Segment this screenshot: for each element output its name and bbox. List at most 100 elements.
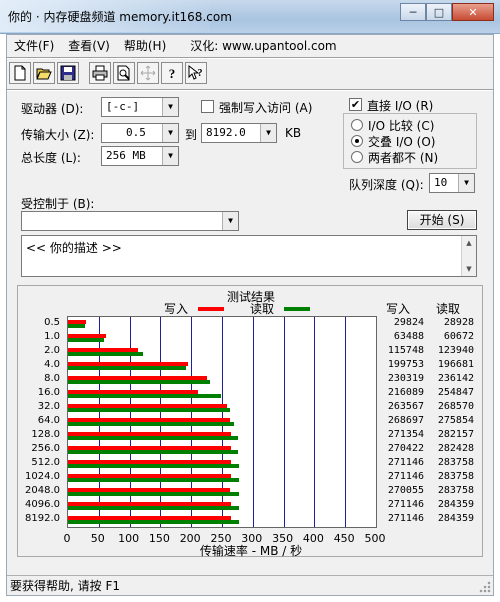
controlled-by-label: 受控制于 (B): [21,197,95,211]
queue-depth-value: 10 [434,176,448,189]
menu-file[interactable]: 文件(F) [7,35,61,57]
y-tick-label: 4.0 [44,359,60,370]
write-value: 115748 [387,345,424,356]
read-value: 283758 [437,471,474,482]
description-text: << 你的描述 >> [26,241,122,255]
new-icon[interactable] [9,62,31,84]
x-tick-label: 200 [179,532,201,545]
start-button[interactable]: 开始 (S) [407,210,477,230]
total-length-label: 总长度 (L): [21,151,81,165]
chevron-down-icon[interactable]: ▼ [162,98,178,116]
y-tick-label: 8192.0 [25,513,60,524]
write-legend-swatch [198,307,224,311]
y-tick-label: 2.0 [44,345,60,356]
read-legend-swatch [284,307,310,311]
write-value: 230319 [387,373,424,384]
read-bar [68,506,239,510]
print-icon[interactable] [89,62,111,84]
transfer-size-label: 传输大小 (Z): [21,128,95,142]
write-value: 263567 [387,401,424,412]
x-tick-label: 100 [118,532,140,545]
scroll-up-icon[interactable]: ▲ [462,236,476,250]
chevron-down-icon[interactable]: ▼ [458,174,474,192]
toolbar: ? ? [9,59,207,87]
menu-view[interactable]: 查看(V) [61,35,117,57]
chevron-down-icon[interactable]: ▼ [222,212,238,230]
write-value: 199753 [387,359,424,370]
overlap-io-radio[interactable] [351,135,363,147]
window-title: 你的 · 内存硬盘频道 memory.it168.com [8,10,232,24]
chevron-down-icon[interactable]: ▼ [260,124,276,142]
read-bar [68,436,238,440]
y-tick-label: 256.0 [31,443,60,454]
x-tick-label: 350 [272,532,294,545]
read-value: 268570 [437,401,474,412]
read-value: 254847 [437,387,474,398]
io-compare-radio[interactable] [351,119,363,131]
status-text: 要获得帮助, 请按 F1 [10,579,120,593]
queue-depth-label: 队列深度 (Q): [349,178,424,192]
y-tick-label: 0.5 [44,317,60,328]
svg-text:?: ? [198,68,203,79]
drive-value: [-c-] [106,100,140,113]
menu-help[interactable]: 帮助(H) [117,35,173,57]
write-value: 271146 [387,471,424,482]
write-value: 271354 [387,429,424,440]
queue-depth-select[interactable]: 10 ▼ [429,173,475,193]
x-tick-label: 250 [210,532,232,545]
transfer-to-value: 8192.0 [206,126,246,139]
direct-io-checkbox[interactable]: ✔ [349,98,362,111]
read-value: 275854 [437,415,474,426]
to-label: 到 [185,128,198,142]
save-icon[interactable] [57,62,79,84]
chevron-down-icon[interactable]: ▼ [162,124,178,142]
write-value: 29824 [393,317,424,328]
throughput-chart [67,316,377,528]
write-value: 270422 [387,443,424,454]
write-value: 270055 [387,485,424,496]
transfer-size-from-select[interactable]: 0.5 ▼ [101,123,179,143]
context-help-icon[interactable]: ? [185,62,207,84]
transfer-size-to-select[interactable]: 8192.0 ▼ [201,123,277,143]
scroll-down-icon[interactable]: ▼ [462,262,476,276]
print-preview-icon[interactable] [113,62,135,84]
x-tick-label: 500 [364,532,386,545]
neither-radio[interactable] [351,151,363,163]
read-value: 283758 [437,457,474,468]
write-legend-label: 写入 [164,302,189,316]
x-tick-label: 300 [241,532,263,545]
read-bar [68,464,239,468]
read-bar [68,366,186,370]
resize-grip-icon[interactable] [479,581,491,593]
read-bar [68,492,239,496]
help-icon[interactable]: ? [161,62,183,84]
read-column-header: 读取 [436,302,461,316]
menu-bar: 文件(F) 查看(V) 帮助(H) 汉化: www.upantool.com [7,35,493,57]
x-tick-label: 400 [302,532,324,545]
read-bar [68,450,238,454]
open-icon[interactable] [33,62,55,84]
drive-label: 驱动器 (D): [21,102,84,116]
gridline [253,317,254,527]
total-length-select[interactable]: 256 MB ▼ [101,146,179,166]
maximize-button[interactable]: □ [426,3,452,21]
y-tick-label: 128.0 [31,429,60,440]
y-tick-label: 1.0 [44,331,60,342]
read-value: 283758 [437,485,474,496]
controlled-by-select[interactable]: ▼ [21,211,239,231]
toolbar-separator-line [7,89,493,91]
y-tick-label: 4096.0 [25,499,60,510]
drive-select[interactable]: [-c-] ▼ [101,97,179,117]
read-bar [68,352,143,356]
description-box[interactable]: << 你的描述 >> ▲ ▼ [21,235,477,277]
write-value: 271146 [387,499,424,510]
chevron-down-icon[interactable]: ▼ [162,147,178,165]
force-write-checkbox[interactable] [201,100,214,113]
description-scrollbar[interactable]: ▲ ▼ [461,236,476,276]
title-bar: 你的 · 内存硬盘频道 memory.it168.com ─ □ ✕ [0,0,500,34]
move-icon[interactable] [137,62,159,84]
minimize-button[interactable]: ─ [400,3,426,21]
force-write-label: 强制写入访问 (A) [219,101,313,115]
read-value: 282428 [437,443,474,454]
close-button[interactable]: ✕ [452,3,494,21]
